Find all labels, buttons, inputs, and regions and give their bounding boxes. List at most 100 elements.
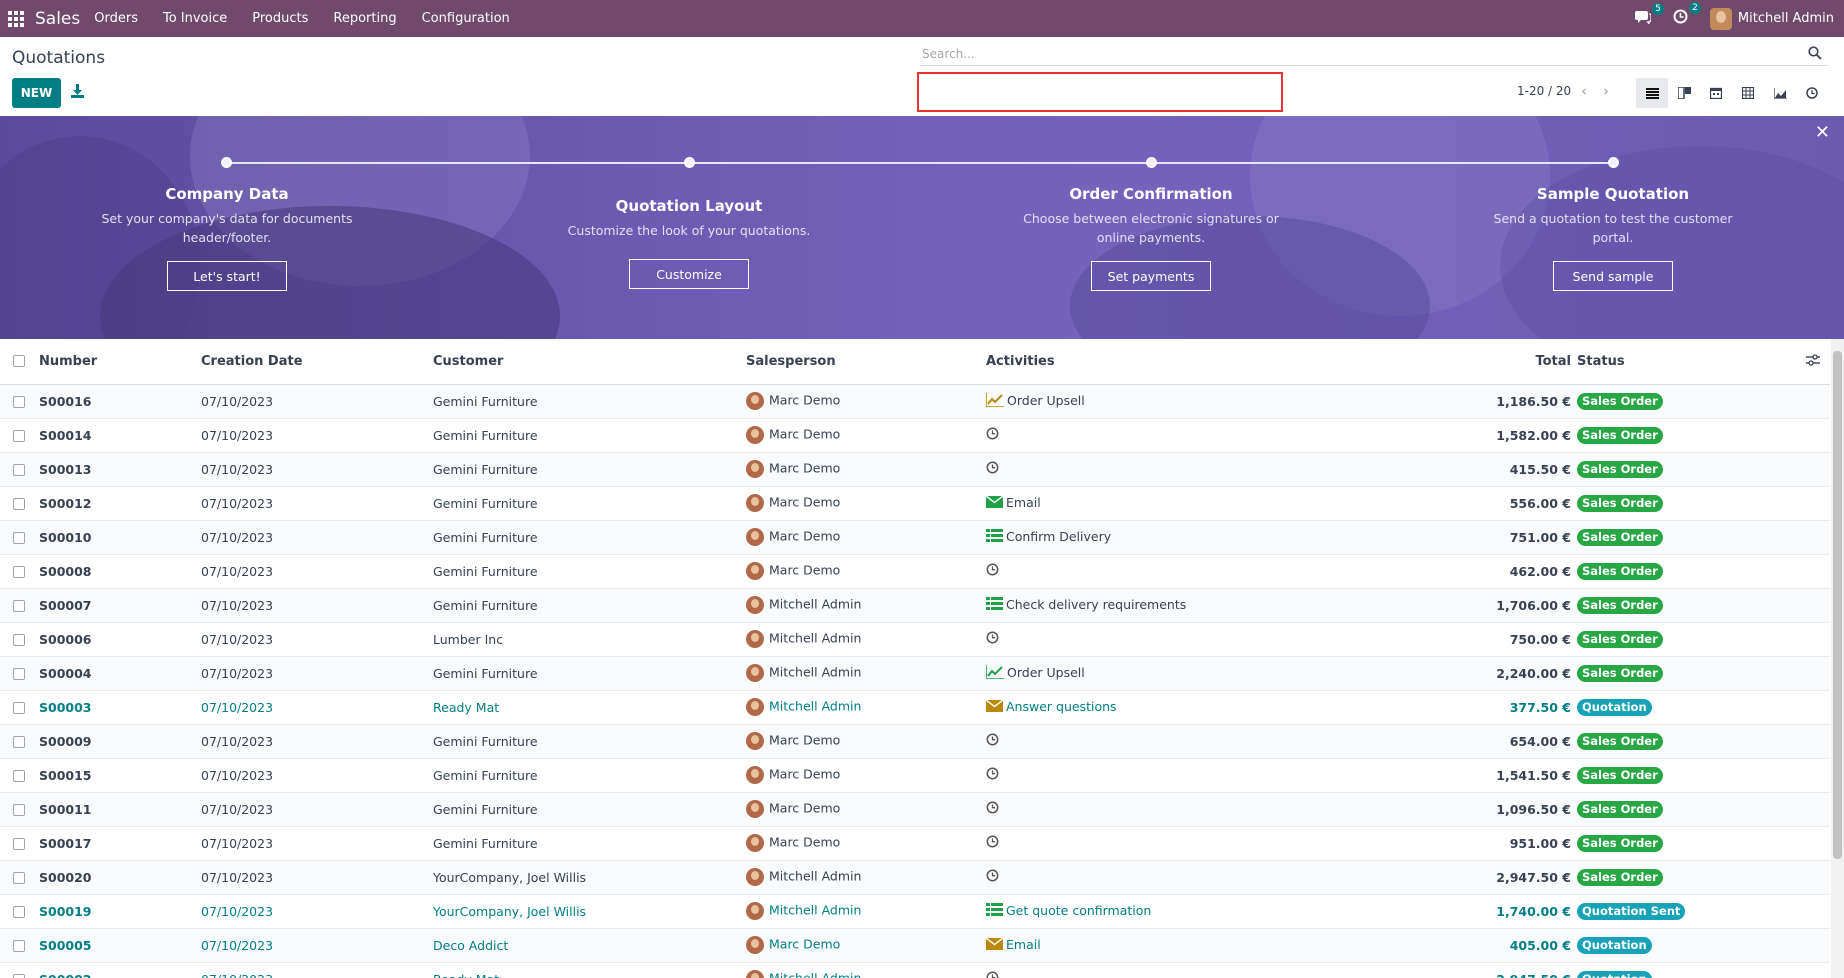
activity-cell[interactable]: Answer questions <box>986 690 1332 725</box>
pager-value[interactable]: 1-20 / 20 <box>1517 84 1571 98</box>
messages-icon[interactable]: 5 <box>1634 2 1664 28</box>
table-row[interactable]: S00009 07/10/2023 Gemini Furniture Marc Dem… <box>0 724 1830 759</box>
activity-cell[interactable] <box>986 826 1332 861</box>
header-number[interactable]: Number <box>39 339 201 385</box>
order-number[interactable]: S00017 <box>39 826 201 861</box>
activity-cell[interactable]: Email <box>986 928 1332 963</box>
scrollbar-thumb[interactable] <box>1833 351 1842 859</box>
order-number[interactable]: S00015 <box>39 758 201 793</box>
activity-cell[interactable] <box>986 418 1332 453</box>
order-number[interactable]: S00003 <box>39 690 201 725</box>
apps-menu-icon[interactable] <box>8 10 24 27</box>
row-checkbox[interactable] <box>13 940 25 952</box>
order-number[interactable]: S00012 <box>39 486 201 521</box>
search-input[interactable] <box>922 45 1782 63</box>
send-sample-button[interactable]: Send sample <box>1553 261 1673 291</box>
row-checkbox[interactable] <box>13 600 25 612</box>
row-checkbox[interactable] <box>13 396 25 408</box>
activity-cell[interactable] <box>986 758 1332 793</box>
table-row[interactable]: S00010 07/10/2023 Gemini Furniture Marc Dem… <box>0 520 1830 555</box>
optional-columns-icon[interactable] <box>1806 354 1822 368</box>
email-icon[interactable] <box>986 699 1004 715</box>
order-number[interactable]: S00013 <box>39 452 201 487</box>
activity-cell[interactable]: Confirm Delivery <box>986 520 1332 555</box>
todo-list-icon[interactable] <box>986 596 1003 614</box>
order-number[interactable]: S00010 <box>39 520 201 555</box>
activity-cell[interactable]: Order Upsell <box>986 656 1332 691</box>
app-brand[interactable]: Sales <box>35 9 80 29</box>
order-number[interactable]: S00020 <box>39 860 201 895</box>
calendar-view-icon[interactable] <box>1700 78 1732 108</box>
table-row[interactable]: S0000207/10/2023Ready Mat Mitchell Admin 2… <box>0 962 1830 978</box>
header-customer[interactable]: Customer <box>433 339 746 385</box>
row-checkbox[interactable] <box>13 804 25 816</box>
list-scrollbar[interactable] <box>1831 339 1844 978</box>
activity-clock-icon[interactable] <box>986 563 999 579</box>
table-row[interactable]: S00019 07/10/2023 YourCompany, Joel Willis… <box>0 894 1830 929</box>
new-button[interactable]: NEW <box>12 78 61 108</box>
row-checkbox[interactable] <box>13 974 25 978</box>
activity-clock-icon[interactable] <box>986 801 999 817</box>
upsell-chart-icon[interactable] <box>986 664 1004 682</box>
graph-view-icon[interactable] <box>1764 78 1796 108</box>
lets-start-button[interactable]: Let's start! <box>167 261 287 291</box>
row-checkbox[interactable] <box>13 736 25 748</box>
row-checkbox[interactable] <box>13 498 25 510</box>
select-all-checkbox[interactable] <box>13 355 25 368</box>
table-row[interactable]: S00012 07/10/2023 Gemini Furniture Marc Dem… <box>0 486 1830 521</box>
order-number[interactable]: S00016 <box>39 384 201 419</box>
activity-cell[interactable] <box>986 452 1332 487</box>
header-activities[interactable]: Activities <box>986 339 1332 385</box>
table-row[interactable]: S00011 07/10/2023 Gemini Furniture Marc Dem… <box>0 792 1830 827</box>
activity-cell[interactable]: Check delivery requirements <box>986 588 1332 623</box>
table-row[interactable]: S00016 07/10/2023 Gemini Furniture Marc Dem… <box>0 384 1830 419</box>
menu-products[interactable]: Products <box>252 11 308 26</box>
email-icon[interactable] <box>986 937 1004 953</box>
activity-clock-icon[interactable] <box>986 631 999 647</box>
table-row[interactable]: S00006 07/10/2023 Lumber Inc Mitchell Admin… <box>0 622 1830 657</box>
header-creation-date[interactable]: Creation Date <box>201 339 433 385</box>
activity-cell[interactable]: Get quote confirmation <box>986 894 1332 929</box>
kanban-view-icon[interactable] <box>1668 78 1700 108</box>
banner-close-icon[interactable]: ✕ <box>1815 122 1830 143</box>
order-number[interactable]: S00011 <box>39 792 201 827</box>
order-number[interactable]: S00002 <box>39 962 201 978</box>
menu-orders[interactable]: Orders <box>94 11 138 26</box>
activity-cell[interactable] <box>986 962 1332 978</box>
activity-cell[interactable] <box>986 724 1332 759</box>
row-checkbox[interactable] <box>13 872 25 884</box>
order-number[interactable]: S00009 <box>39 724 201 759</box>
order-number[interactable]: S00006 <box>39 622 201 657</box>
todo-list-icon[interactable] <box>986 902 1003 920</box>
user-name[interactable]: Mitchell Admin <box>1738 11 1834 26</box>
order-number[interactable]: S00007 <box>39 588 201 623</box>
activity-view-icon[interactable] <box>1796 78 1828 108</box>
activity-clock-icon[interactable] <box>986 767 999 783</box>
table-row[interactable]: S00014 07/10/2023 Gemini Furniture Marc Dem… <box>0 418 1830 453</box>
table-row[interactable]: S00017 07/10/2023 Gemini Furniture Marc Dem… <box>0 826 1830 861</box>
order-number[interactable]: S00008 <box>39 554 201 589</box>
row-checkbox[interactable] <box>13 634 25 646</box>
menu-to-invoice[interactable]: To Invoice <box>163 11 227 26</box>
download-icon[interactable] <box>71 84 85 100</box>
table-row[interactable]: S00004 07/10/2023 Gemini Furniture Mitchell… <box>0 656 1830 691</box>
table-row[interactable]: S00008 07/10/2023 Gemini Furniture Marc Dem… <box>0 554 1830 589</box>
activity-clock-icon[interactable] <box>986 733 999 749</box>
pivot-view-icon[interactable] <box>1732 78 1764 108</box>
order-number[interactable]: S00014 <box>39 418 201 453</box>
header-total[interactable]: Total <box>1332 339 1577 385</box>
email-icon[interactable] <box>986 495 1004 511</box>
row-checkbox[interactable] <box>13 702 25 714</box>
order-number[interactable]: S00005 <box>39 928 201 963</box>
table-row[interactable]: S00005 07/10/2023 Deco Addict Marc Demo Emai… <box>0 928 1830 963</box>
row-checkbox[interactable] <box>13 668 25 680</box>
activity-cell[interactable] <box>986 860 1332 895</box>
table-row[interactable]: S00015 07/10/2023 Gemini Furniture Marc Dem… <box>0 758 1830 793</box>
list-view-icon[interactable] <box>1636 78 1668 108</box>
order-number[interactable]: S00019 <box>39 894 201 929</box>
menu-configuration[interactable]: Configuration <box>422 11 510 26</box>
row-checkbox[interactable] <box>13 464 25 476</box>
row-checkbox[interactable] <box>13 770 25 782</box>
table-row[interactable]: S00020 07/10/2023 YourCompany, Joel Willis… <box>0 860 1830 895</box>
activity-clock-icon[interactable] <box>986 835 999 851</box>
